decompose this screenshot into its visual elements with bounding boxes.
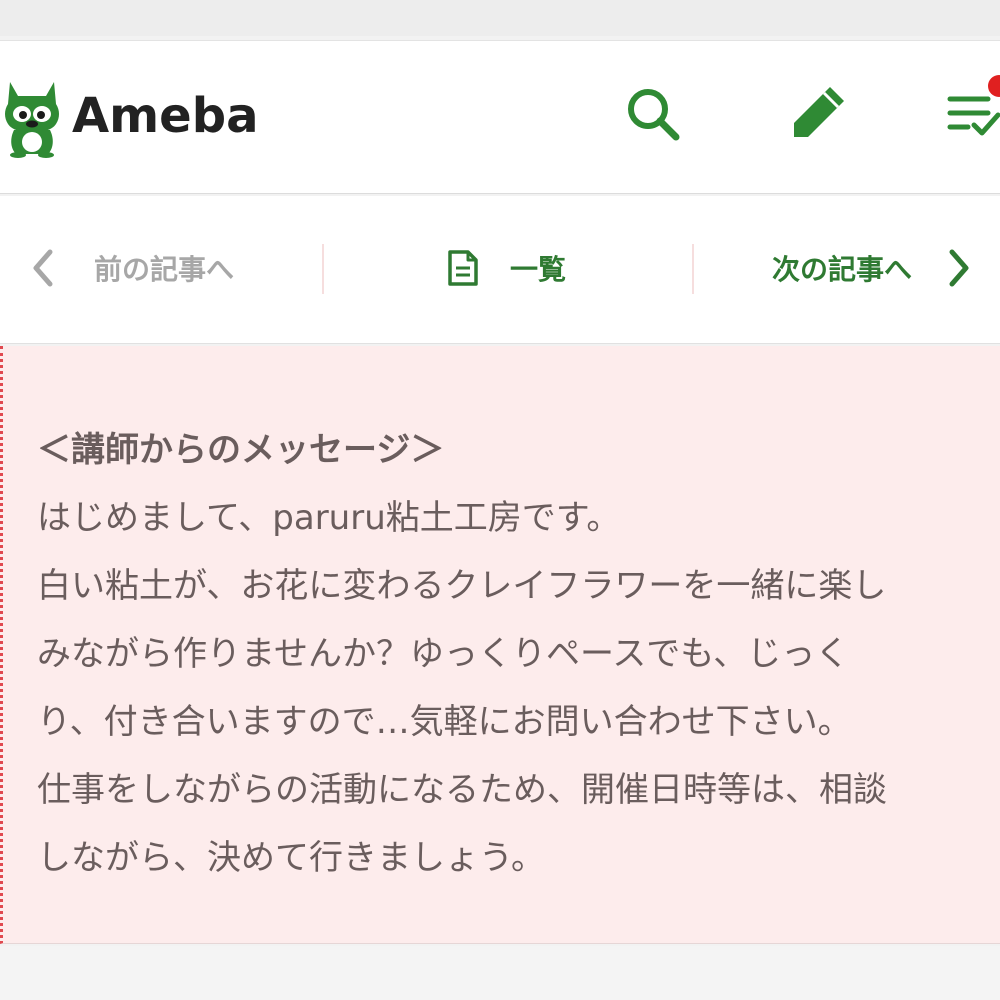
message-line: り、付き合いますので…気軽にお問い合わせ下さい。 (37, 702, 852, 742)
next-article-link[interactable]: 次の記事へ (772, 244, 974, 292)
bottom-strip (0, 946, 1000, 1000)
chevron-left-icon (33, 249, 53, 287)
search-icon[interactable] (624, 85, 682, 143)
message-line: はじめまして、paruru粘土工房です。 (37, 498, 621, 538)
article-list-link[interactable]: 一覧 (446, 244, 566, 292)
nav-divider (322, 244, 324, 294)
pencil-icon[interactable] (784, 81, 850, 147)
checklist-icon[interactable] (944, 89, 1000, 145)
logo-text: Ameba (72, 88, 259, 144)
nav-divider (692, 244, 694, 294)
article-list-label: 一覧 (510, 253, 567, 286)
article-nav: 前の記事へ 一覧 次の記事へ (0, 196, 1000, 344)
message-line: 白い粘土が、お花に変わるクレイフラワーを一緒に楽し (37, 566, 887, 606)
ameba-mascot-icon (5, 82, 59, 158)
prev-article-link[interactable]: 前の記事へ (28, 244, 234, 292)
message-line: しながら、決めて行きましょう。 (37, 838, 545, 878)
instructor-message-box: ＜講師からのメッセージ＞ はじめまして、paruru粘土工房です。 白い粘土が、… (0, 346, 1000, 944)
prev-article-label: 前の記事へ (94, 253, 235, 286)
message-body: ＜講師からのメッセージ＞ はじめまして、paruru粘土工房です。 白い粘土が、… (37, 416, 997, 892)
message-line: 仕事をしながらの活動になるため、開催日時等は、相談 (37, 770, 887, 810)
next-article-label: 次の記事へ (772, 253, 913, 286)
app-header: Ameba (0, 40, 1000, 194)
document-icon (448, 250, 478, 286)
top-strip (0, 0, 1000, 36)
message-heading: ＜講師からのメッセージ＞ (37, 430, 445, 470)
chevron-right-icon (949, 249, 969, 287)
message-line: みながら作りませんか？ゆっくりペースでも、じっく (37, 634, 850, 674)
ameba-logo[interactable]: Ameba (0, 71, 258, 161)
